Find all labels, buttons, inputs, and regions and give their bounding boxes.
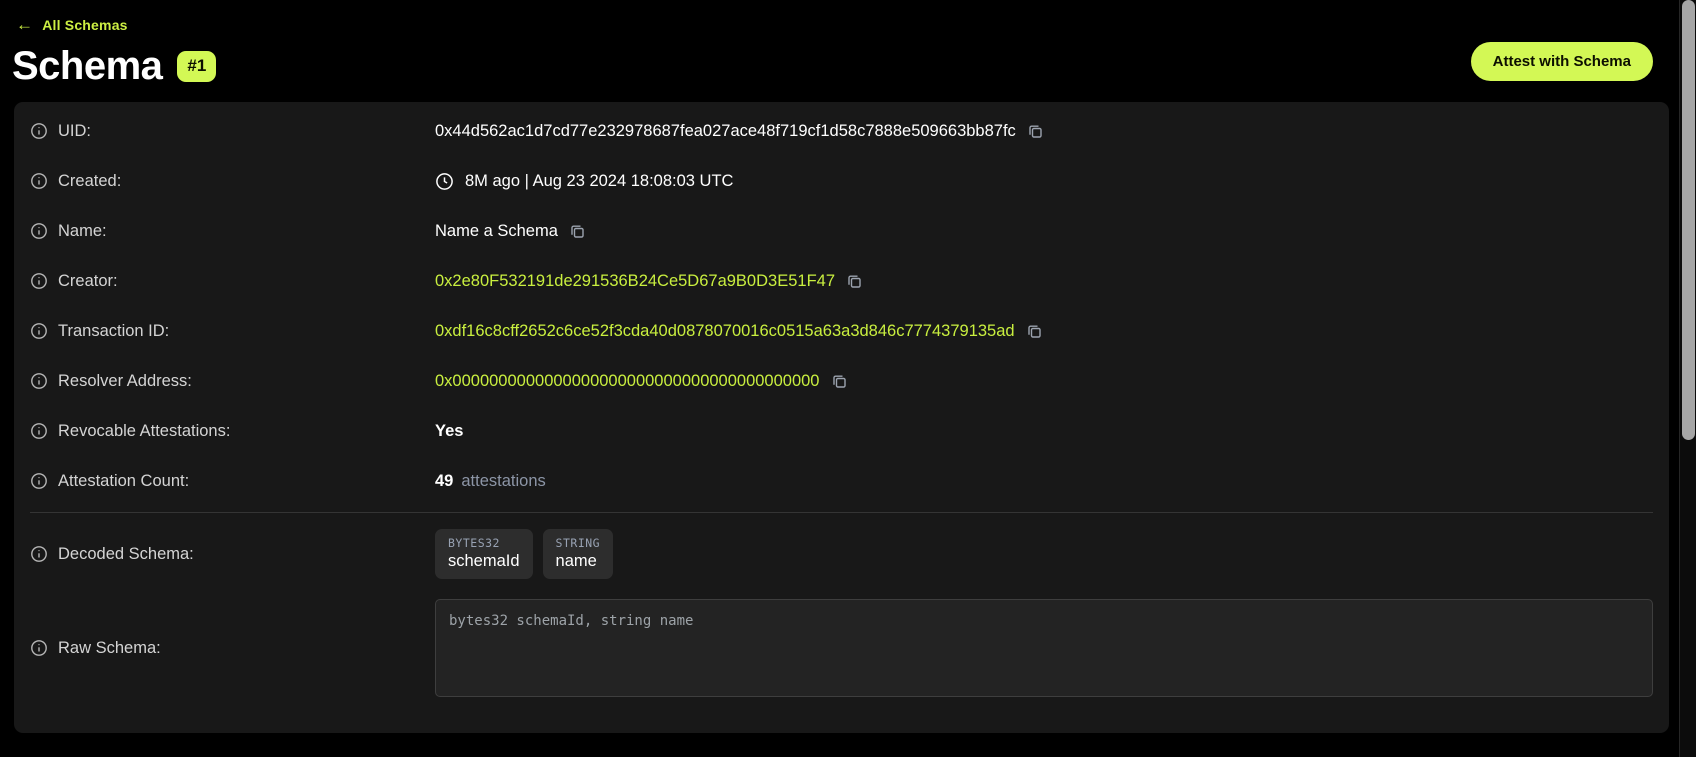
page-header: ← All Schemas Schema #1 Attest with Sche… [0,0,1679,89]
creator-label: Creator: [58,272,118,291]
creator-address-link[interactable]: 0x2e80F532191de291536B24Ce5D67a9B0D3E51F… [435,272,835,291]
info-icon[interactable] [30,372,48,390]
name-value: Name a Schema [435,222,558,241]
field-name: name [556,552,601,571]
created-value: 8M ago | Aug 23 2024 18:08:03 UTC [465,172,733,191]
row-uid: UID: 0x44d562ac1d7cd77e232978687fea027ac… [30,106,1653,156]
resolver-address-link[interactable]: 0x00000000000000000000000000000000000000… [435,372,820,391]
copy-icon[interactable] [1026,323,1043,340]
vertical-scrollbar[interactable] [1679,0,1696,757]
page-title: Schema [12,44,162,89]
raw-schema-label: Raw Schema: [58,639,161,658]
info-icon[interactable] [30,122,48,140]
decoded-schema-label: Decoded Schema: [58,545,194,564]
uid-label: UID: [58,122,91,141]
transaction-id-label: Transaction ID: [58,322,169,341]
info-icon[interactable] [30,222,48,240]
row-attestation-count: Attestation Count: 49 attestations [30,456,1653,506]
transaction-id-link[interactable]: 0xdf16c8cff2652c6ce52f3cda40d0878070016c… [435,322,1015,341]
info-icon[interactable] [30,172,48,190]
row-transaction-id: Transaction ID: 0xdf16c8cff2652c6ce52f3c… [30,306,1653,356]
page-viewport: ← All Schemas Schema #1 Attest with Sche… [0,0,1679,757]
info-icon[interactable] [30,639,48,657]
uid-value: 0x44d562ac1d7cd77e232978687fea027ace48f7… [435,122,1016,141]
field-type: BYTES32 [448,536,520,550]
copy-icon[interactable] [1027,123,1044,140]
schema-number-badge: #1 [177,51,216,81]
row-created: Created: 8M ago | Aug 23 2024 18:08:03 U… [30,156,1653,206]
row-revocable-attestations: Revocable Attestations: Yes [30,406,1653,456]
copy-icon[interactable] [569,223,586,240]
field-name: schemaId [448,552,520,571]
attestation-count-value: 49 [435,472,453,491]
copy-icon[interactable] [846,273,863,290]
raw-schema-textarea[interactable]: bytes32 schemaId, string name [435,599,1653,697]
row-decoded-schema: Decoded Schema: BYTES32 schemaId STRING … [30,513,1653,587]
back-link-label: All Schemas [42,17,127,33]
back-arrow-icon: ← [16,16,33,33]
title-row: Schema #1 [12,44,1653,89]
decoded-schema-chips: BYTES32 schemaId STRING name [435,529,613,579]
row-name: Name: Name a Schema [30,206,1653,256]
clock-icon [435,172,454,191]
schema-field-chip: STRING name [543,529,614,579]
schema-details-card: UID: 0x44d562ac1d7cd77e232978687fea027ac… [14,102,1669,733]
copy-icon[interactable] [831,373,848,390]
created-label: Created: [58,172,121,191]
row-creator: Creator: 0x2e80F532191de291536B24Ce5D67a… [30,256,1653,306]
row-raw-schema: Raw Schema: bytes32 schemaId, string nam… [30,587,1653,697]
scrollbar-thumb[interactable] [1682,0,1695,440]
info-icon[interactable] [30,322,48,340]
info-icon[interactable] [30,545,48,563]
resolver-address-label: Resolver Address: [58,372,192,391]
name-label: Name: [58,222,107,241]
info-icon[interactable] [30,422,48,440]
back-to-all-schemas-link[interactable]: ← All Schemas [16,16,128,33]
attestation-count-label: Attestation Count: [58,472,189,491]
revocable-attestations-label: Revocable Attestations: [58,422,230,441]
attestations-link[interactable]: attestations [461,472,545,491]
row-resolver-address: Resolver Address: 0x00000000000000000000… [30,356,1653,406]
revocable-value: Yes [435,422,463,441]
attest-with-schema-button[interactable]: Attest with Schema [1471,42,1653,81]
info-icon[interactable] [30,272,48,290]
info-icon[interactable] [30,472,48,490]
schema-field-chip: BYTES32 schemaId [435,529,533,579]
field-type: STRING [556,536,601,550]
